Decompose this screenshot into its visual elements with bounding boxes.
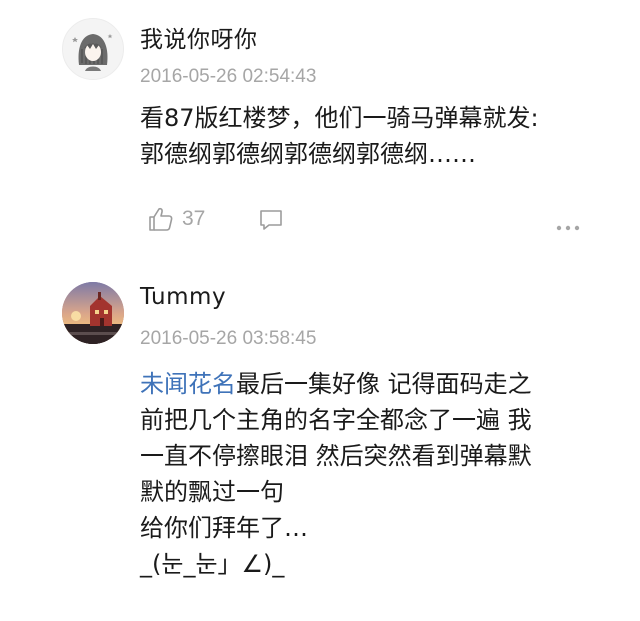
comment-actions: 37	[140, 200, 580, 240]
reply-button[interactable]	[258, 208, 284, 236]
comment-line: 默的飘过一句	[140, 478, 284, 506]
girl-illustration-avatar-icon	[63, 19, 123, 79]
red-house-sunset-avatar-icon	[62, 282, 124, 344]
ellipsis-icon	[556, 225, 580, 231]
more-options-button[interactable]	[556, 216, 580, 235]
comment-item: Tummy 2016-05-26 03:58:45 未闻花名最后一集好像 记得面…	[0, 270, 640, 621]
mention-link[interactable]: 未闻花名	[140, 370, 236, 398]
user-avatar[interactable]	[62, 18, 124, 80]
comment-line: _(눈_눈」∠)_	[140, 550, 285, 578]
comment-line: 给你们拜年了…	[140, 514, 308, 542]
username[interactable]: 我说你呀你	[140, 20, 258, 54]
user-avatar[interactable]	[62, 282, 124, 344]
like-count: 37	[182, 207, 206, 230]
username[interactable]: Tummy	[140, 284, 226, 310]
comment-line: 一直不停擦眼泪 然后突然看到弹幕默	[140, 442, 532, 470]
like-button[interactable]: 37	[148, 206, 205, 232]
comment-line: 看87版红楼梦，他们一骑马弹幕就发:	[140, 104, 539, 132]
comment-item: 我说你呀你 2016-05-26 02:54:43 看87版红楼梦，他们一骑马弹…	[0, 0, 640, 270]
comment-line: 前把几个主角的名字全都念了一遍 我	[140, 406, 532, 434]
comment-bubble-icon	[260, 210, 282, 230]
timestamp: 2016-05-26 03:58:45	[140, 328, 317, 349]
comment-text: 看87版红楼梦，他们一骑马弹幕就发: 郭德纲郭德纲郭德纲郭德纲……	[140, 100, 580, 172]
thumbs-up-icon	[149, 207, 173, 231]
comment-line: 未闻花名最后一集好像 记得面码走之	[140, 366, 580, 402]
comment-text: 未闻花名最后一集好像 记得面码走之 前把几个主角的名字全都念了一遍 我 一直不停…	[140, 366, 580, 582]
comment-line: 郭德纲郭德纲郭德纲郭德纲……	[140, 140, 476, 168]
timestamp: 2016-05-26 02:54:43	[140, 66, 317, 87]
comment-line-text: 最后一集好像 记得面码走之	[236, 370, 532, 398]
